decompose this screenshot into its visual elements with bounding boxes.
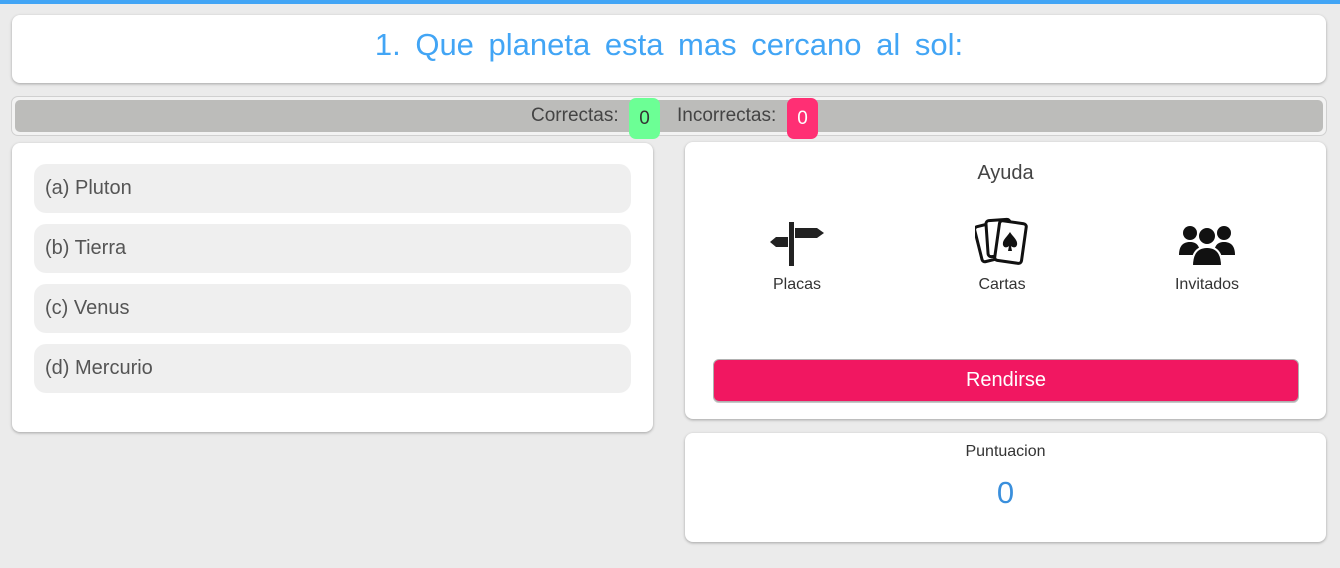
help-option-label: Cartas — [978, 276, 1026, 293]
help-option-invitados[interactable]: Invitados — [1147, 212, 1267, 294]
incorrect-label: Incorrectas: — [677, 105, 777, 126]
playing-cards-icon — [942, 212, 1062, 268]
help-option-placas[interactable]: Placas — [737, 212, 857, 294]
answer-option-b[interactable]: (b) Tierra — [34, 224, 631, 273]
top-accent-bar — [0, 0, 1340, 4]
points-label: Puntuacion — [965, 443, 1046, 460]
surrender-button[interactable]: Rendirse — [713, 359, 1299, 402]
incorrect-count-badge: 0 — [787, 98, 818, 139]
users-group-icon — [1147, 212, 1267, 268]
score-bar: Correctas: 0 Incorrectas: 0 — [11, 96, 1327, 139]
question-card: 1. Que planeta esta mas cercano al sol: — [12, 15, 1326, 83]
help-card: Ayuda Placas Cartas Invitados Rendirse — [685, 142, 1326, 419]
correct-count-badge: 0 — [629, 98, 660, 139]
answers-card: (a) Pluton (b) Tierra (c) Venus (d) Merc… — [12, 143, 653, 432]
answer-option-a[interactable]: (a) Pluton — [34, 164, 631, 213]
help-option-cartas[interactable]: Cartas — [942, 212, 1062, 294]
points-value: 0 — [996, 475, 1015, 510]
help-title: Ayuda — [977, 162, 1034, 184]
signpost-icon — [737, 212, 857, 268]
points-card: Puntuacion 0 — [685, 433, 1326, 542]
correct-label: Correctas: — [531, 105, 619, 126]
answer-option-d[interactable]: (d) Mercurio — [34, 344, 631, 393]
score-bar-inner: Correctas: 0 Incorrectas: 0 — [15, 98, 1323, 139]
help-option-label: Invitados — [1174, 276, 1240, 293]
help-option-label: Placas — [772, 276, 822, 293]
question-text: 1. Que planeta esta mas cercano al sol: — [374, 27, 964, 62]
answer-option-c[interactable]: (c) Venus — [34, 284, 631, 333]
